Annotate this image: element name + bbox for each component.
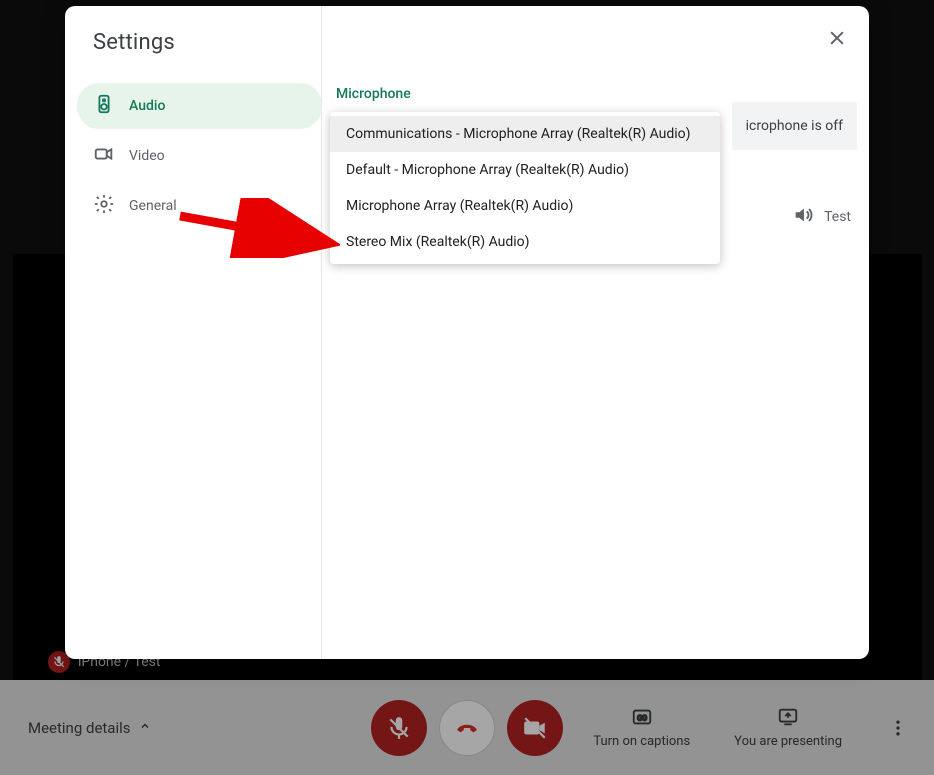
settings-dialog: Settings Audio Video: [65, 6, 869, 659]
sidebar-item-label: General: [129, 198, 177, 214]
chevron-up-icon: [139, 720, 151, 735]
microphone-off-banner: icrophone is off: [732, 102, 857, 150]
microphone-dropdown-menu: Communications - Microphone Array (Realt…: [330, 112, 720, 264]
gear-icon: [93, 193, 115, 219]
center-call-controls: [371, 700, 563, 756]
toggle-mic-button[interactable]: [371, 700, 427, 756]
hang-up-button[interactable]: [439, 700, 495, 756]
presenting-label: You are presenting: [734, 734, 842, 749]
bottom-control-bar: Meeting details CC Turn on captions: [0, 680, 934, 775]
test-speakers-button[interactable]: Test: [792, 204, 851, 230]
sidebar-item-label: Video: [129, 148, 165, 164]
sidebar-item-label: Audio: [129, 98, 165, 114]
meeting-details-button[interactable]: Meeting details: [24, 711, 155, 745]
microphone-option[interactable]: Stereo Mix (Realtek(R) Audio): [330, 224, 720, 260]
more-options-button[interactable]: [886, 716, 910, 740]
sidebar-item-general[interactable]: General: [77, 183, 322, 229]
microphone-option[interactable]: Default - Microphone Array (Realtek(R) A…: [330, 152, 720, 188]
settings-content-panel: Microphone icrophone is off Test: [322, 6, 869, 659]
settings-title: Settings: [65, 30, 321, 83]
close-dialog-button[interactable]: [821, 22, 853, 54]
camera-icon: [93, 143, 115, 169]
sidebar-item-audio[interactable]: Audio: [77, 83, 322, 129]
captions-label: Turn on captions: [593, 734, 690, 749]
microphone-option[interactable]: Communications - Microphone Array (Realt…: [330, 116, 720, 152]
speaker-icon: [93, 93, 115, 119]
sidebar-item-video[interactable]: Video: [77, 133, 322, 179]
right-action-group: CC Turn on captions You are presenting: [593, 706, 910, 749]
svg-text:CC: CC: [637, 714, 647, 723]
settings-sidebar: Settings Audio Video: [65, 6, 322, 659]
captions-button[interactable]: CC Turn on captions: [593, 706, 690, 749]
volume-icon: [792, 204, 814, 230]
meeting-details-label: Meeting details: [28, 719, 131, 737]
microphone-option[interactable]: Microphone Array (Realtek(R) Audio): [330, 188, 720, 224]
microphone-section-label: Microphone: [336, 86, 841, 102]
toggle-camera-button[interactable]: [507, 700, 563, 756]
test-label: Test: [824, 209, 851, 225]
presenting-button[interactable]: You are presenting: [734, 706, 842, 749]
